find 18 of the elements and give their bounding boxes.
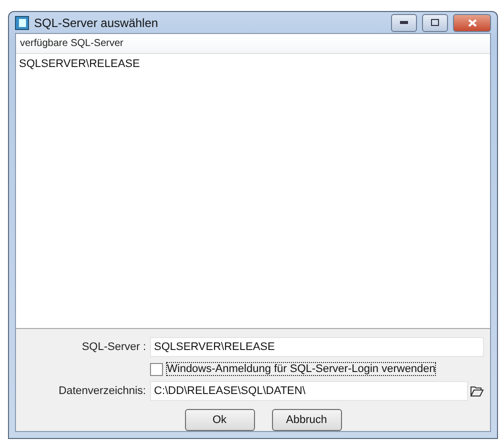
close-button[interactable] xyxy=(453,14,491,32)
checkbox-label[interactable]: Windows-Anmeldung für SQL-Server-Login verwenden xyxy=(166,362,436,376)
field-label: SQL-Server : xyxy=(80,341,147,353)
window-app-icon xyxy=(15,16,29,30)
folder-icon[interactable] xyxy=(470,385,484,397)
window-title: SQL-Server auswählen xyxy=(34,16,160,30)
minimize-button[interactable] xyxy=(391,14,417,32)
close-icon xyxy=(468,18,476,26)
checkbox[interactable] xyxy=(150,362,163,376)
input-field[interactable]: SQLSERVER\RELEASE xyxy=(150,337,484,357)
field-label: Datenverzeichnis: xyxy=(58,385,147,397)
maximize-icon xyxy=(431,19,439,26)
list-item[interactable]: SQLSERVER\RELEASE xyxy=(16,54,490,74)
dialog-button[interactable]: Abbruch xyxy=(272,409,342,431)
maximize-button[interactable] xyxy=(422,14,448,32)
input-field[interactable]: C:\DD\RELEASE\SQL\DATEN\ xyxy=(150,381,468,401)
dialog-button[interactable]: Ok xyxy=(184,409,254,431)
minimize-icon xyxy=(400,21,408,24)
